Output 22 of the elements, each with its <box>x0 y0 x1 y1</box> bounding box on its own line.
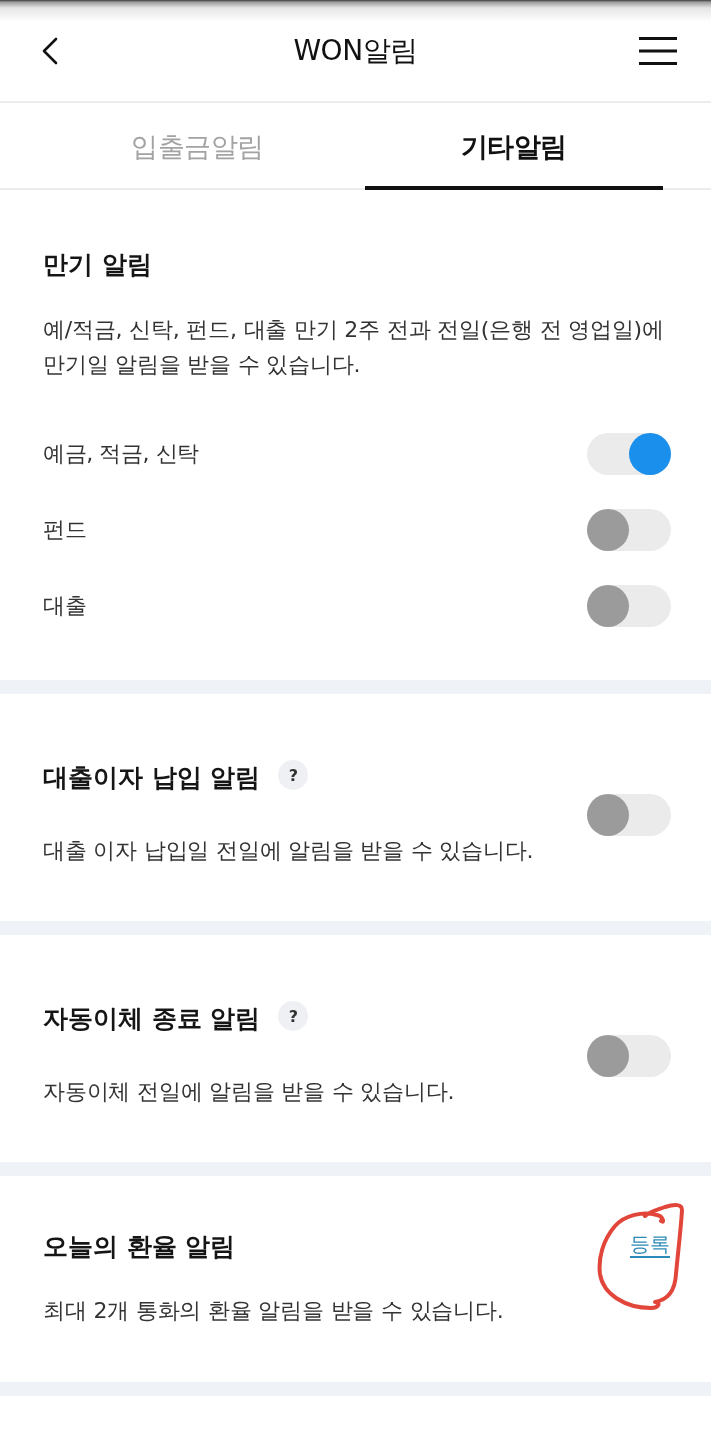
option-label: 펀드 <box>43 516 87 544</box>
toggle-switch[interactable] <box>587 585 671 627</box>
menu-icon <box>639 36 677 65</box>
section-title: 대출이자 납입 알림 <box>43 763 261 793</box>
section-description: 최대 2개 통화의 환율 알림을 받을 수 있습니다. <box>43 1297 505 1325</box>
section-title: 자동이체 종료 알림 <box>43 1004 261 1034</box>
toggle-switch[interactable] <box>587 1034 671 1077</box>
section-description: 예/적금, 신탁, 펀드, 대출 만기 2주 전과 전일(은행 전 영업일)에 만기일 알림을 받을 수 있습니다. <box>43 316 665 379</box>
help-button[interactable]: ? <box>278 1001 309 1031</box>
back-chevron-icon <box>42 36 58 65</box>
toggle-switch[interactable] <box>587 509 671 551</box>
toggle-switch[interactable] <box>587 433 671 475</box>
page-title: WON알림 <box>293 32 418 69</box>
help-button[interactable]: ? <box>278 760 309 790</box>
option-label: 대출 <box>43 592 87 620</box>
section-description: 자동이체 전일에 알림을 받을 수 있습니다. <box>43 1078 455 1106</box>
section-title: 만기 알림 <box>43 250 153 280</box>
register-link[interactable]: 등록 <box>630 1230 670 1258</box>
toggle-switch[interactable] <box>587 793 671 836</box>
option-label: 예금, 적금, 신탁 <box>43 440 199 468</box>
section-description: 대출 이자 납입일 전일에 알림을 받을 수 있습니다. <box>43 837 534 865</box>
section-title: 오늘의 환율 알림 <box>43 1232 236 1262</box>
